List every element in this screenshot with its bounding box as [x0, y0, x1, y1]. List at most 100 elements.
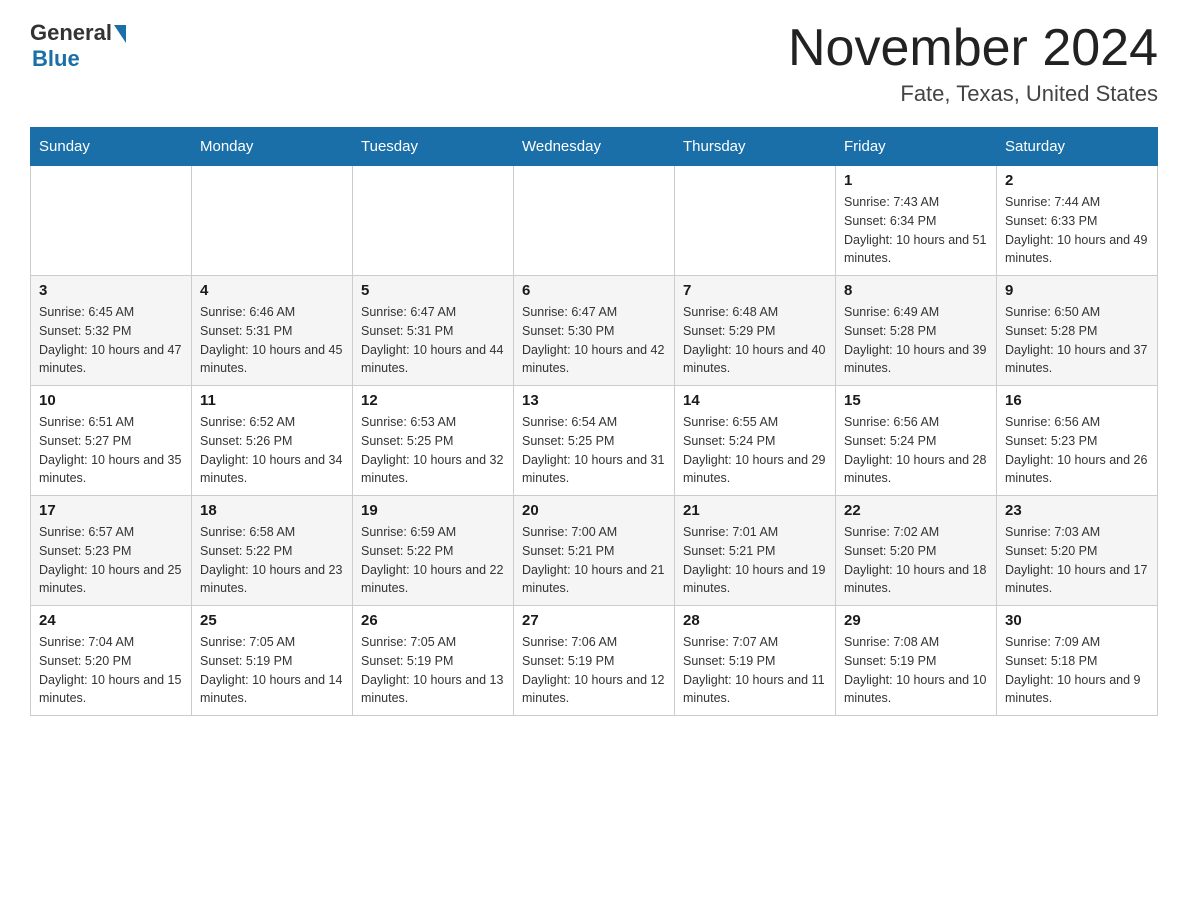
calendar-header-row: SundayMondayTuesdayWednesdayThursdayFrid…: [31, 128, 1158, 166]
calendar-cell: 7 Sunrise: 6:48 AMSunset: 5:29 PMDaylight…: [675, 276, 836, 386]
calendar-cell: 25 Sunrise: 7:05 AMSunset: 5:19 PMDayligh…: [192, 606, 353, 716]
day-info: Sunrise: 6:57 AMSunset: 5:23 PMDaylight:…: [39, 523, 183, 598]
day-number: 27: [522, 612, 666, 629]
calendar-week-row: 17Sunrise: 6:57 AMSunset: 5:23 PMDayligh…: [31, 496, 1158, 606]
day-info: Sunrise: 6:51 AMSunset: 5:27 PMDaylight:…: [39, 413, 183, 488]
day-info: Sunrise: 7:09 AMSunset: 5:18 PMDaylight:…: [1005, 633, 1149, 708]
calendar-cell: 8Sunrise: 6:49 AMSunset: 5:28 PMDaylight…: [836, 276, 997, 386]
calendar-cell: 19Sunrise: 6:59 AMSunset: 5:22 PMDayligh…: [353, 496, 514, 606]
calendar-cell: 16 Sunrise: 6:56 AMSunset: 5:23 PMDayligh…: [997, 386, 1158, 496]
calendar-cell: 1Sunrise: 7:43 AMSunset: 6:34 PMDaylight…: [836, 166, 997, 276]
day-number: 28: [683, 612, 827, 629]
day-number: 20: [522, 502, 666, 519]
day-number: 24: [39, 612, 183, 629]
day-number: 1: [844, 172, 988, 189]
calendar-cell: 11 Sunrise: 6:52 AMSunset: 5:26 PMDayligh…: [192, 386, 353, 496]
day-number: 19: [361, 502, 505, 519]
calendar-cell: 21 Sunrise: 7:01 AMSunset: 5:21 PMDayligh…: [675, 496, 836, 606]
calendar-cell: 6 Sunrise: 6:47 AMSunset: 5:30 PMDaylight…: [514, 276, 675, 386]
calendar-week-row: 10 Sunrise: 6:51 AMSunset: 5:27 PMDayligh…: [31, 386, 1158, 496]
day-info: Sunrise: 6:46 AMSunset: 5:31 PMDaylight:…: [200, 303, 344, 378]
day-number: 7: [683, 282, 827, 299]
day-number: 4: [200, 282, 344, 299]
calendar-cell: 27 Sunrise: 7:06 AMSunset: 5:19 PMDayligh…: [514, 606, 675, 716]
calendar-cell: 15 Sunrise: 6:56 AMSunset: 5:24 PMDayligh…: [836, 386, 997, 496]
calendar-cell: 24 Sunrise: 7:04 AMSunset: 5:20 PMDayligh…: [31, 606, 192, 716]
day-number: 12: [361, 392, 505, 409]
day-info: Sunrise: 6:55 AMSunset: 5:24 PMDaylight:…: [683, 413, 827, 488]
calendar-cell: 3Sunrise: 6:45 AMSunset: 5:32 PMDaylight…: [31, 276, 192, 386]
calendar-week-row: 24 Sunrise: 7:04 AMSunset: 5:20 PMDayligh…: [31, 606, 1158, 716]
day-info: Sunrise: 7:03 AMSunset: 5:20 PMDaylight:…: [1005, 523, 1149, 598]
day-number: 30: [1005, 612, 1149, 629]
day-info: Sunrise: 6:54 AMSunset: 5:25 PMDaylight:…: [522, 413, 666, 488]
calendar-cell: 9Sunrise: 6:50 AMSunset: 5:28 PMDaylight…: [997, 276, 1158, 386]
calendar-cell: 4 Sunrise: 6:46 AMSunset: 5:31 PMDaylight…: [192, 276, 353, 386]
day-info: Sunrise: 7:01 AMSunset: 5:21 PMDaylight:…: [683, 523, 827, 598]
weekday-header-tuesday: Tuesday: [353, 128, 514, 166]
page-header: General Blue November 2024 Fate, Texas, …: [30, 20, 1158, 107]
month-title: November 2024: [788, 20, 1158, 77]
day-info: Sunrise: 7:04 AMSunset: 5:20 PMDaylight:…: [39, 633, 183, 708]
weekday-header-thursday: Thursday: [675, 128, 836, 166]
day-number: 2: [1005, 172, 1149, 189]
calendar-cell: 30 Sunrise: 7:09 AMSunset: 5:18 PMDayligh…: [997, 606, 1158, 716]
day-number: 10: [39, 392, 183, 409]
calendar-cell: [192, 166, 353, 276]
calendar-cell: 28 Sunrise: 7:07 AMSunset: 5:19 PMDayligh…: [675, 606, 836, 716]
calendar-cell: [675, 166, 836, 276]
calendar-cell: [31, 166, 192, 276]
title-section: November 2024 Fate, Texas, United States: [788, 20, 1158, 107]
calendar-cell: 12 Sunrise: 6:53 AMSunset: 5:25 PMDayligh…: [353, 386, 514, 496]
day-number: 11: [200, 392, 344, 409]
day-number: 5: [361, 282, 505, 299]
day-number: 15: [844, 392, 988, 409]
calendar-week-row: 3Sunrise: 6:45 AMSunset: 5:32 PMDaylight…: [31, 276, 1158, 386]
day-info: Sunrise: 6:53 AMSunset: 5:25 PMDaylight:…: [361, 413, 505, 488]
day-number: 22: [844, 502, 988, 519]
day-info: Sunrise: 7:07 AMSunset: 5:19 PMDaylight:…: [683, 633, 827, 708]
logo: General Blue: [30, 20, 126, 72]
day-number: 16: [1005, 392, 1149, 409]
day-info: Sunrise: 7:02 AMSunset: 5:20 PMDaylight:…: [844, 523, 988, 598]
day-info: Sunrise: 7:05 AMSunset: 5:19 PMDaylight:…: [200, 633, 344, 708]
day-info: Sunrise: 6:58 AMSunset: 5:22 PMDaylight:…: [200, 523, 344, 598]
weekday-header-saturday: Saturday: [997, 128, 1158, 166]
calendar-cell: 14 Sunrise: 6:55 AMSunset: 5:24 PMDayligh…: [675, 386, 836, 496]
day-number: 21: [683, 502, 827, 519]
calendar-cell: [514, 166, 675, 276]
logo-blue-text: Blue: [32, 46, 80, 72]
calendar-table: SundayMondayTuesdayWednesdayThursdayFrid…: [30, 127, 1158, 716]
day-number: 14: [683, 392, 827, 409]
calendar-cell: 29Sunrise: 7:08 AMSunset: 5:19 PMDayligh…: [836, 606, 997, 716]
day-info: Sunrise: 6:50 AMSunset: 5:28 PMDaylight:…: [1005, 303, 1149, 378]
calendar-cell: 23Sunrise: 7:03 AMSunset: 5:20 PMDayligh…: [997, 496, 1158, 606]
calendar-cell: 26Sunrise: 7:05 AMSunset: 5:19 PMDayligh…: [353, 606, 514, 716]
day-number: 8: [844, 282, 988, 299]
weekday-header-friday: Friday: [836, 128, 997, 166]
location-title: Fate, Texas, United States: [788, 81, 1158, 107]
day-number: 6: [522, 282, 666, 299]
day-info: Sunrise: 7:00 AMSunset: 5:21 PMDaylight:…: [522, 523, 666, 598]
calendar-cell: 2 Sunrise: 7:44 AMSunset: 6:33 PMDaylight…: [997, 166, 1158, 276]
calendar-cell: 20 Sunrise: 7:00 AMSunset: 5:21 PMDayligh…: [514, 496, 675, 606]
calendar-cell: 5 Sunrise: 6:47 AMSunset: 5:31 PMDaylight…: [353, 276, 514, 386]
day-number: 25: [200, 612, 344, 629]
day-number: 3: [39, 282, 183, 299]
day-info: Sunrise: 6:47 AMSunset: 5:30 PMDaylight:…: [522, 303, 666, 378]
day-info: Sunrise: 6:48 AMSunset: 5:29 PMDaylight:…: [683, 303, 827, 378]
day-info: Sunrise: 6:47 AMSunset: 5:31 PMDaylight:…: [361, 303, 505, 378]
calendar-cell: 17Sunrise: 6:57 AMSunset: 5:23 PMDayligh…: [31, 496, 192, 606]
weekday-header-sunday: Sunday: [31, 128, 192, 166]
day-info: Sunrise: 7:44 AMSunset: 6:33 PMDaylight:…: [1005, 193, 1149, 268]
day-info: Sunrise: 6:56 AMSunset: 5:23 PMDaylight:…: [1005, 413, 1149, 488]
day-info: Sunrise: 7:08 AMSunset: 5:19 PMDaylight:…: [844, 633, 988, 708]
day-info: Sunrise: 7:06 AMSunset: 5:19 PMDaylight:…: [522, 633, 666, 708]
calendar-cell: 13Sunrise: 6:54 AMSunset: 5:25 PMDayligh…: [514, 386, 675, 496]
day-info: Sunrise: 6:52 AMSunset: 5:26 PMDaylight:…: [200, 413, 344, 488]
day-number: 18: [200, 502, 344, 519]
day-number: 26: [361, 612, 505, 629]
day-info: Sunrise: 6:56 AMSunset: 5:24 PMDaylight:…: [844, 413, 988, 488]
logo-arrow-icon: [114, 25, 126, 43]
calendar-cell: 18 Sunrise: 6:58 AMSunset: 5:22 PMDayligh…: [192, 496, 353, 606]
